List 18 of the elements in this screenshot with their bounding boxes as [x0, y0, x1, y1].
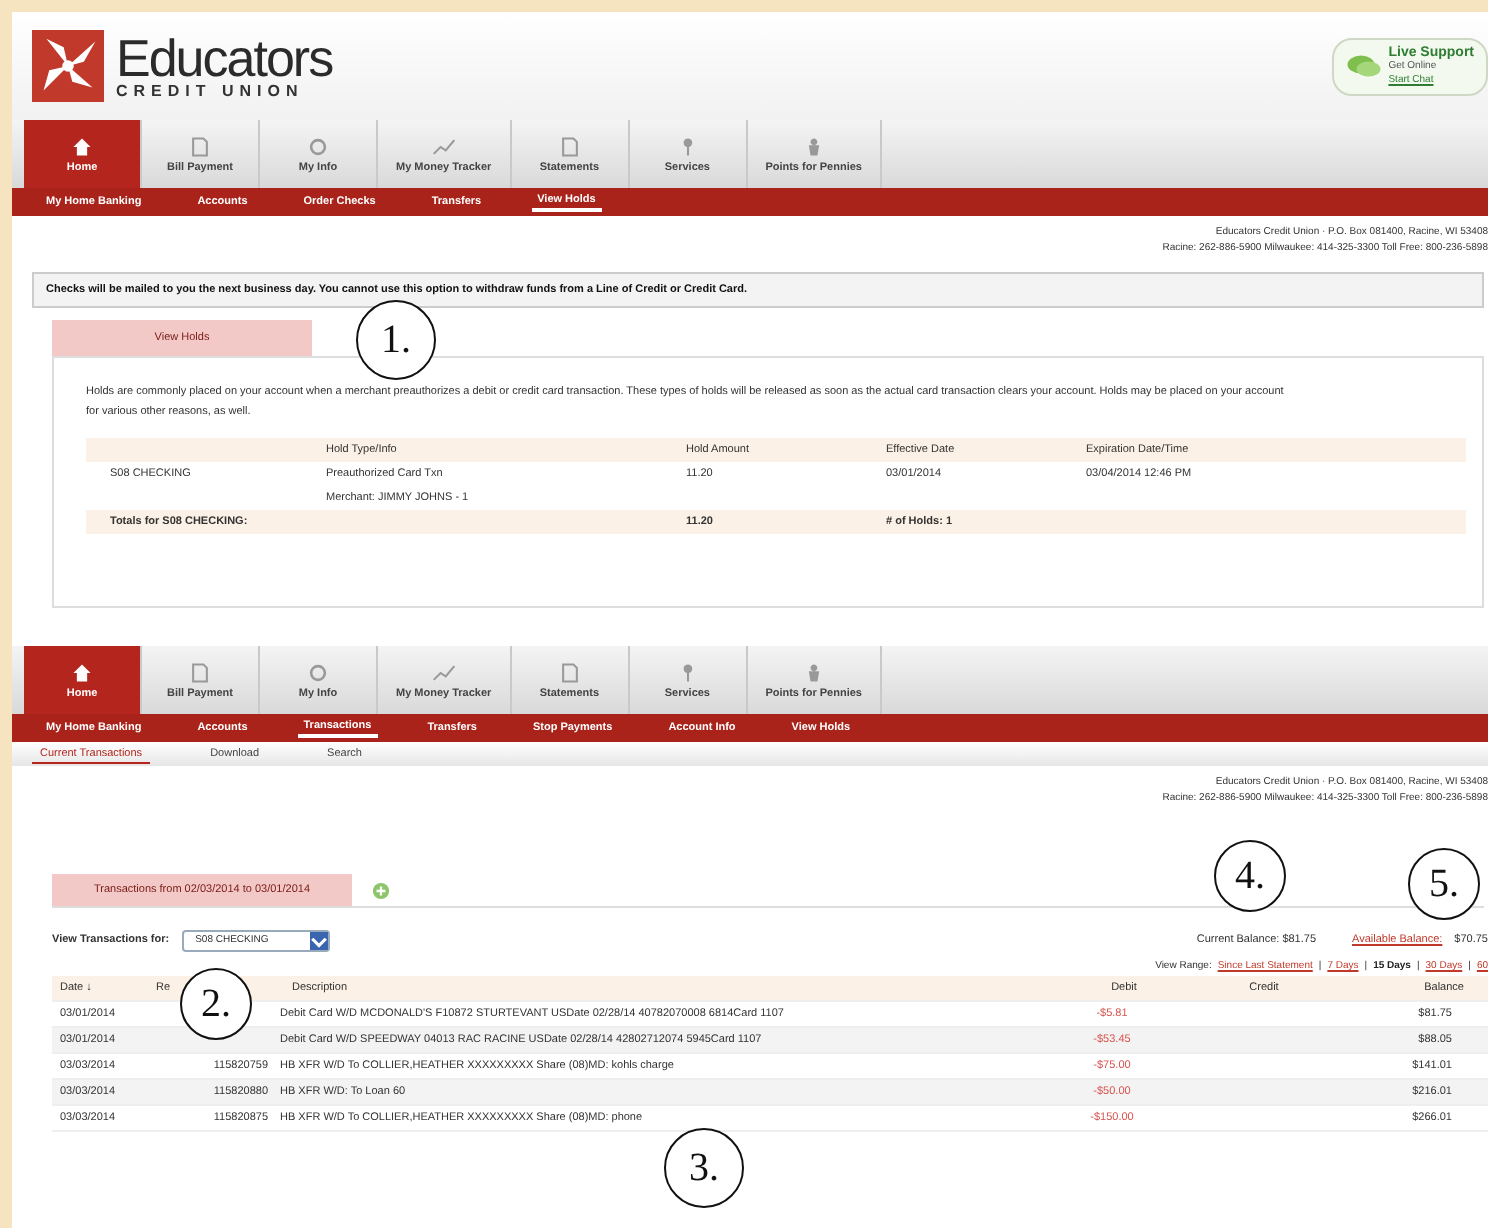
- document-icon: [188, 661, 212, 683]
- home-icon: [70, 135, 94, 157]
- logo-icon: [32, 30, 104, 102]
- callout-marker: 5.: [1408, 848, 1480, 920]
- chart-icon: [431, 135, 456, 157]
- add-icon[interactable]: [372, 881, 390, 899]
- caret-icon: [309, 931, 328, 949]
- logo-subtitle: CREDIT UNION: [116, 81, 306, 99]
- callout-marker: 3.: [664, 1128, 744, 1208]
- document-icon: [557, 661, 582, 683]
- document-icon: [557, 135, 582, 157]
- chart-icon: [431, 661, 456, 683]
- home-icon: [70, 661, 94, 683]
- callout-marker: 4.: [1214, 840, 1286, 912]
- chat-icon: [1346, 52, 1383, 80]
- logo-name: Educators: [116, 33, 333, 81]
- document-icon: [188, 135, 212, 157]
- callout-marker: 1.: [356, 300, 436, 380]
